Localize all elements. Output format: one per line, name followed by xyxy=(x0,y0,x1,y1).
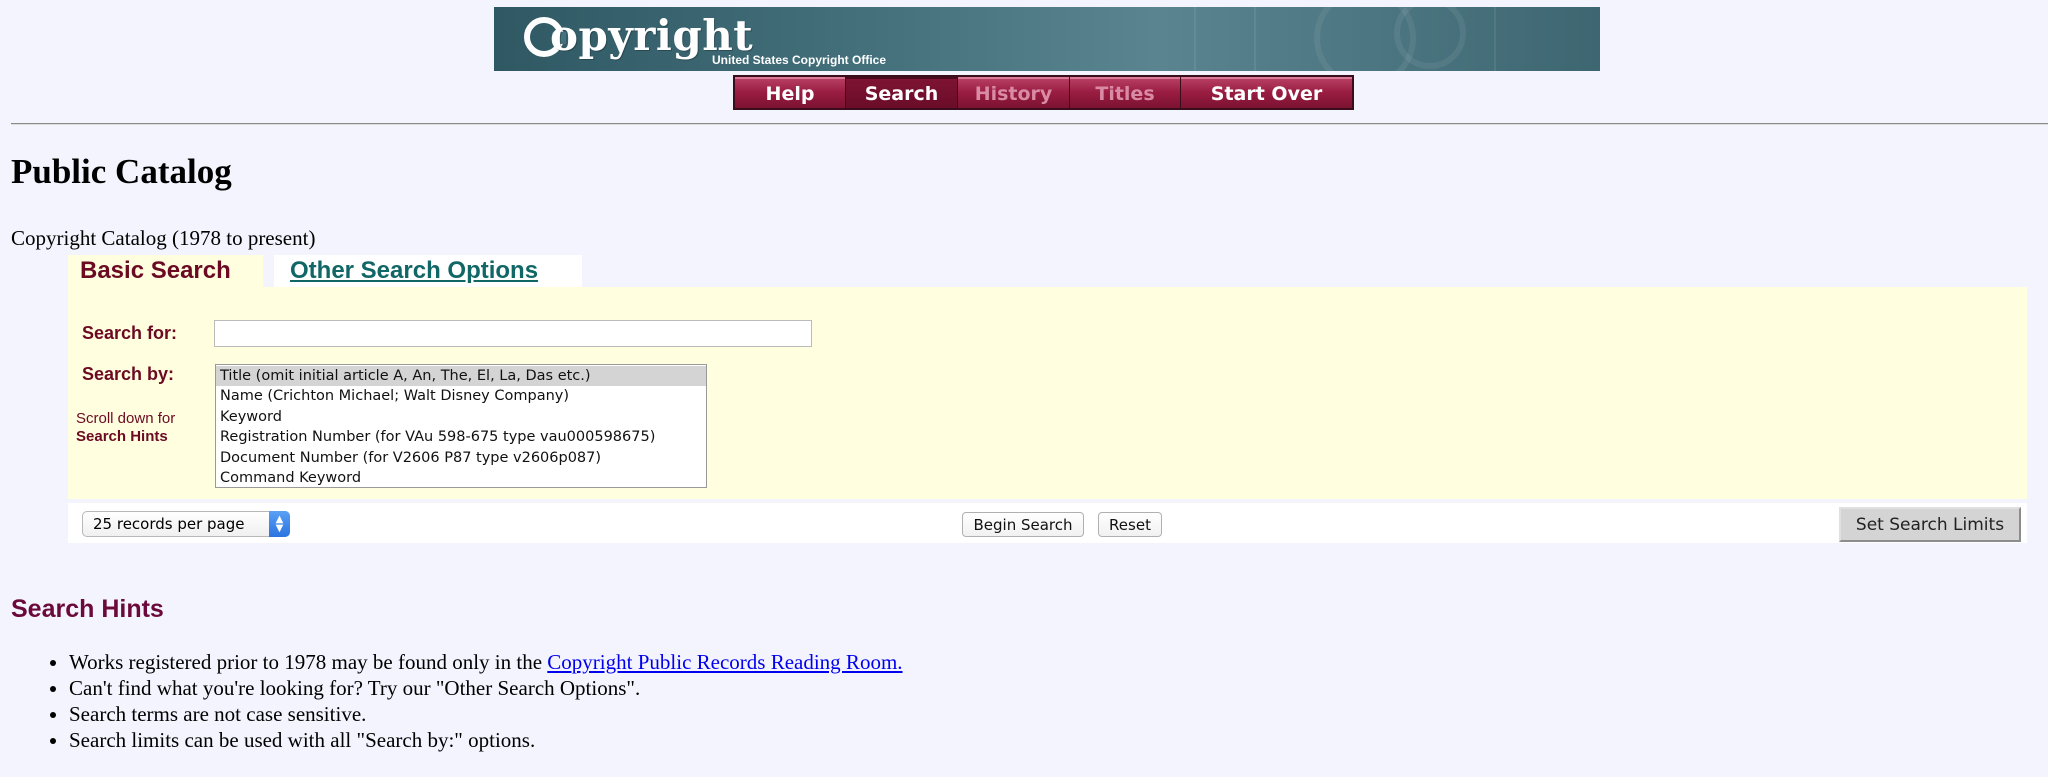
reading-room-link[interactable]: Copyright Public Records Reading Room. xyxy=(547,650,902,674)
nav-search-button[interactable]: Search xyxy=(846,77,957,108)
records-per-page-select[interactable]: 25 records per page ▲ ▼ xyxy=(82,511,290,537)
search-by-listbox[interactable]: Title (omit initial article A, An, The, … xyxy=(215,364,707,488)
search-by-option-command-keyword[interactable]: Command Keyword xyxy=(216,468,706,488)
search-for-label: Search for: xyxy=(82,323,178,343)
search-by-option-name[interactable]: Name (Crichton Michael; Walt Disney Comp… xyxy=(216,386,706,406)
hint-item: Search terms are not case sensitive. xyxy=(69,701,903,727)
main-nav: Help Search History Titles Start Over xyxy=(733,75,1354,110)
search-panel: Search for: Search by: Scroll down for S… xyxy=(68,287,2027,499)
nav-start-over-button[interactable]: Start Over xyxy=(1181,77,1352,108)
page-title: Public Catalog xyxy=(11,152,232,191)
reset-button[interactable]: Reset xyxy=(1098,512,1162,537)
search-hints-pointer: Scroll down for Search Hints xyxy=(76,410,175,446)
search-by-option-keyword[interactable]: Keyword xyxy=(216,407,706,427)
select-updown-arrow-icon: ▲ ▼ xyxy=(269,511,290,537)
nav-titles-button[interactable]: Titles xyxy=(1070,77,1180,108)
hint-line-2: Search Hints xyxy=(76,428,168,445)
hint-item: Search limits can be used with all "Sear… xyxy=(69,727,903,753)
tab-other-search-options[interactable]: Other Search Options xyxy=(274,255,582,287)
tab-basic-search[interactable]: Basic Search xyxy=(68,255,263,287)
records-per-page-value: 25 records per page xyxy=(93,515,245,533)
search-by-option-document-number[interactable]: Document Number (for V2606 P87 type v260… xyxy=(216,448,706,468)
begin-search-button[interactable]: Begin Search xyxy=(962,512,1084,537)
search-input[interactable] xyxy=(214,320,812,347)
banner-subtitle: United States Copyright Office xyxy=(712,53,887,67)
search-by-option-registration-number[interactable]: Registration Number (for VAu 598-675 typ… xyxy=(216,427,706,447)
search-hints-list: Works registered prior to 1978 may be fo… xyxy=(11,649,903,753)
search-controls-row: 25 records per page ▲ ▼ Begin Search Rese… xyxy=(68,503,2027,543)
catalog-name: Copyright Catalog (1978 to present) xyxy=(11,226,316,250)
hint-item-1-text: Works registered prior to 1978 may be fo… xyxy=(69,650,548,674)
nav-help-button[interactable]: Help xyxy=(735,77,845,108)
hint-item: Can't find what you're looking for? Try … xyxy=(69,675,903,701)
copyright-office-banner: opyright United States Copyright Office xyxy=(494,7,1600,71)
hint-item: Works registered prior to 1978 may be fo… xyxy=(69,649,903,675)
search-hints-heading: Search Hints xyxy=(11,595,164,623)
header-divider xyxy=(11,123,2048,125)
page: opyright United States Copyright Office … xyxy=(0,0,2048,777)
search-by-option-title[interactable]: Title (omit initial article A, An, The, … xyxy=(216,366,706,387)
hint-line-1: Scroll down for xyxy=(76,410,176,427)
set-search-limits-button[interactable]: Set Search Limits xyxy=(1839,507,2021,542)
search-by-label: Search by: xyxy=(82,364,175,384)
nav-history-button[interactable]: History xyxy=(958,77,1069,108)
